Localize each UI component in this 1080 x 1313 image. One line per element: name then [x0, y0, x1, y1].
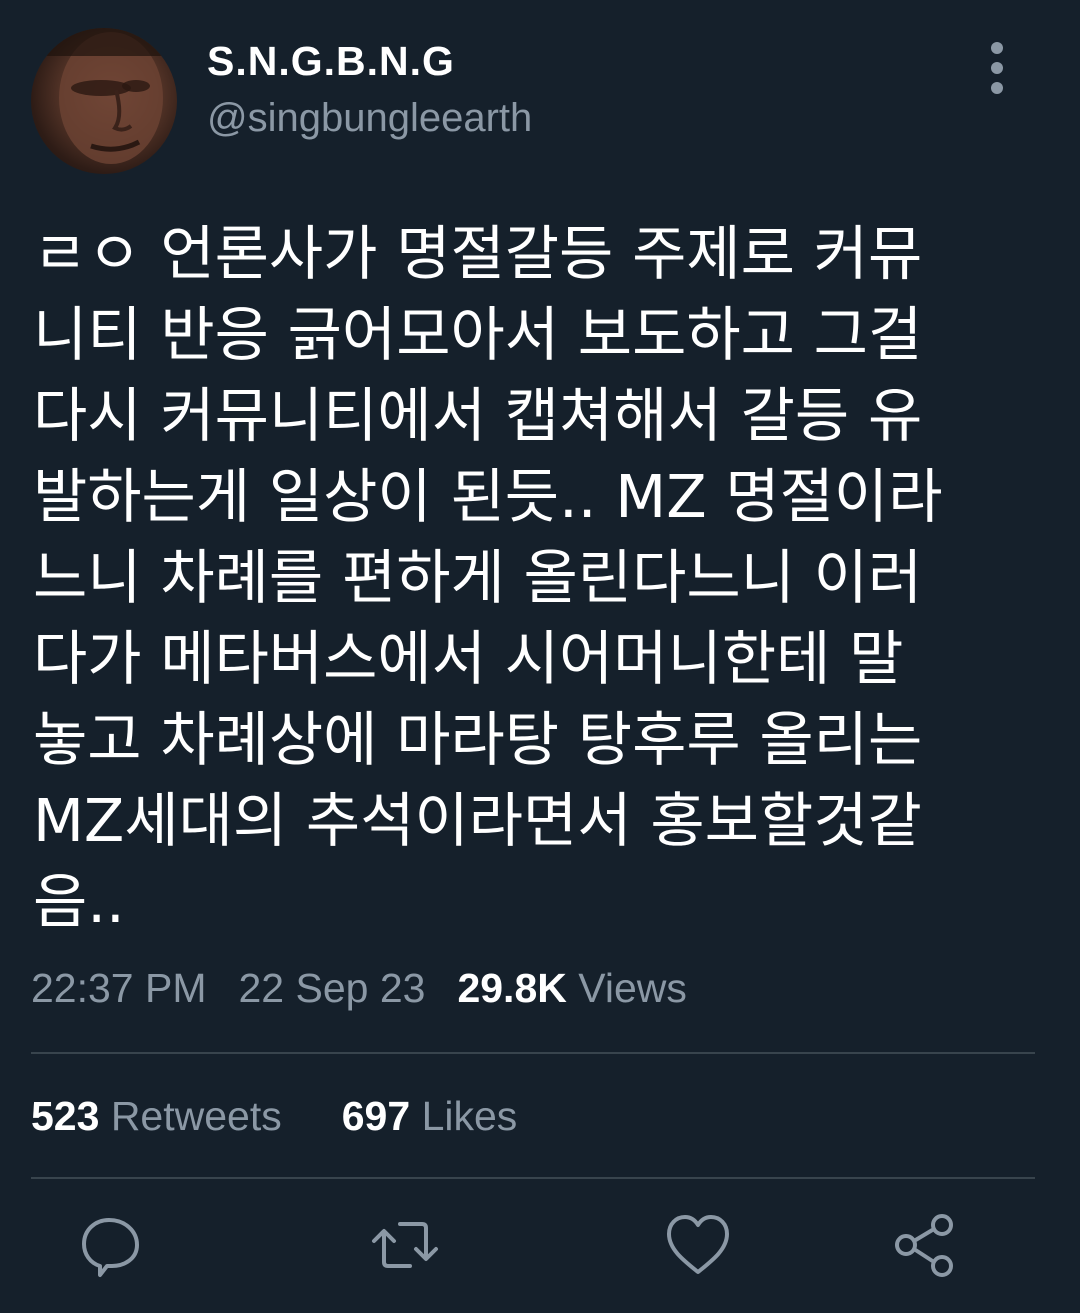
tweet-text-line: 느니 차례를 편하게 올린다느니 이러: [33, 543, 923, 612]
like-button[interactable]: [663, 1210, 733, 1280]
retweet-icon: [372, 1222, 438, 1268]
views-label: [567, 965, 578, 1011]
likes-count[interactable]: 697: [342, 1093, 410, 1139]
engagement-stats: 523 Retweets 697 Likes: [31, 1093, 517, 1140]
user-handle[interactable]: @singbungleearth: [207, 96, 532, 141]
more-options-button[interactable]: [976, 38, 1020, 98]
tweet-time[interactable]: 22:37 PM: [31, 965, 207, 1011]
tweet-text-line: 발하는게 일상이 된듯.. MZ 명절이라: [33, 462, 943, 531]
views-count[interactable]: 29.8K: [457, 965, 566, 1011]
more-vertical-icon: [991, 42, 1003, 54]
divider: [31, 1177, 1035, 1179]
more-vertical-icon-dot: [991, 82, 1003, 94]
heart-icon: [667, 1215, 729, 1274]
share-icon: [895, 1214, 953, 1277]
more-vertical-icon-dot: [991, 62, 1003, 74]
divider: [31, 1052, 1035, 1054]
tweet-text-line: 다가 메타버스에서 시어머니한테 말: [33, 624, 904, 693]
tweet-header: S.N.G.B.N.G @singbungleearth: [0, 0, 1080, 190]
tweet-meta: 22:37 PM 22 Sep 23 29.8K Views: [31, 965, 687, 1012]
display-name[interactable]: S.N.G.B.N.G: [207, 38, 455, 85]
reply-icon: [82, 1218, 139, 1277]
tweet-text: ㄹㅇ 언론사가 명절갈등 주제로 커뮤 니티 반응 긁어모아서 보도하고 그걸 …: [33, 213, 1033, 942]
retweet-button[interactable]: [370, 1210, 440, 1280]
tweet-text-line: MZ세대의 추석이라면서 홍보할것같: [33, 786, 922, 855]
share-button[interactable]: [890, 1210, 960, 1280]
views-label[interactable]: Views: [578, 965, 687, 1011]
retweets-count[interactable]: 523: [31, 1093, 99, 1139]
likes-label[interactable]: Likes: [422, 1093, 518, 1139]
tweet-text-line: 다시 커뮤니티에서 캡쳐해서 갈등 유: [33, 381, 923, 450]
tweet-text-line: 니티 반응 긁어모아서 보도하고 그걸: [33, 300, 923, 369]
tweet-date[interactable]: 22 Sep 23: [239, 965, 426, 1011]
retweets-label[interactable]: Retweets: [111, 1093, 282, 1139]
avatar-photo: [31, 28, 177, 164]
tweet-text-line: ㄹㅇ 언론사가 명절갈등 주제로 커뮤: [33, 219, 923, 288]
tweet-text-line: 음..: [33, 867, 125, 936]
avatar[interactable]: [31, 28, 177, 174]
tweet-text-line: 놓고 차례상에 마라탕 탕후루 올리는: [33, 705, 923, 774]
reply-button[interactable]: [76, 1210, 146, 1280]
